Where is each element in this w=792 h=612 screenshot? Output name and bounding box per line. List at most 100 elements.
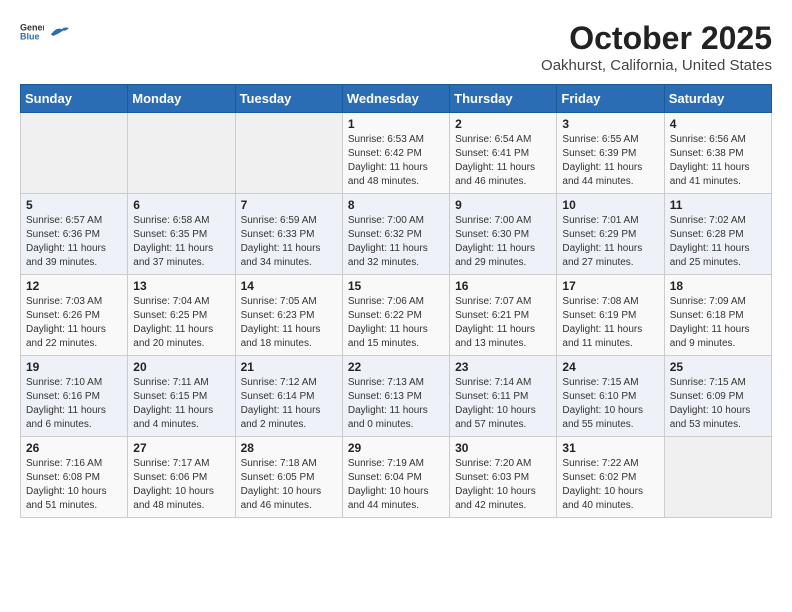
day-info: Sunrise: 6:58 AM Sunset: 6:35 PM Dayligh… [133, 214, 229, 270]
calendar-cell: 30 Sunrise: 7:20 AM Sunset: 6:03 PM Dayli… [450, 437, 557, 518]
day-number: 8 [348, 198, 444, 212]
calendar-cell: 23 Sunrise: 7:14 AM Sunset: 6:11 PM Dayli… [450, 356, 557, 437]
day-info: Sunrise: 6:57 AM Sunset: 6:36 PM Dayligh… [26, 214, 122, 270]
day-info: Sunrise: 7:02 AM Sunset: 6:28 PM Dayligh… [670, 214, 766, 270]
day-info: Sunrise: 7:17 AM Sunset: 6:06 PM Dayligh… [133, 457, 229, 513]
day-info: Sunrise: 6:53 AM Sunset: 6:42 PM Dayligh… [348, 133, 444, 189]
day-info: Sunrise: 7:15 AM Sunset: 6:09 PM Dayligh… [670, 376, 766, 432]
day-info: Sunrise: 7:15 AM Sunset: 6:10 PM Dayligh… [562, 376, 658, 432]
day-number: 26 [26, 441, 122, 455]
title-block: October 2025 Oakhurst, California, Unite… [541, 20, 772, 74]
day-info: Sunrise: 6:55 AM Sunset: 6:39 PM Dayligh… [562, 133, 658, 189]
day-number: 9 [455, 198, 551, 212]
day-info: Sunrise: 7:03 AM Sunset: 6:26 PM Dayligh… [26, 295, 122, 351]
day-info: Sunrise: 7:00 AM Sunset: 6:32 PM Dayligh… [348, 214, 444, 270]
day-number: 7 [241, 198, 337, 212]
day-info: Sunrise: 7:08 AM Sunset: 6:19 PM Dayligh… [562, 295, 658, 351]
calendar-cell: 2 Sunrise: 6:54 AM Sunset: 6:41 PM Daylig… [450, 113, 557, 194]
day-info: Sunrise: 7:04 AM Sunset: 6:25 PM Dayligh… [133, 295, 229, 351]
calendar-cell: 31 Sunrise: 7:22 AM Sunset: 6:02 PM Dayli… [557, 437, 664, 518]
day-number: 21 [241, 360, 337, 374]
day-number: 20 [133, 360, 229, 374]
calendar-cell: 28 Sunrise: 7:18 AM Sunset: 6:05 PM Dayli… [235, 437, 342, 518]
day-info: Sunrise: 7:06 AM Sunset: 6:22 PM Dayligh… [348, 295, 444, 351]
day-info: Sunrise: 7:19 AM Sunset: 6:04 PM Dayligh… [348, 457, 444, 513]
location-title: Oakhurst, California, United States [541, 57, 772, 74]
calendar-cell: 12Sunrise: 7:03 AM Sunset: 6:26 PM Dayli… [21, 275, 128, 356]
weekday-header-monday: Monday [128, 85, 235, 113]
day-info: Sunrise: 7:09 AM Sunset: 6:18 PM Dayligh… [670, 295, 766, 351]
day-info: Sunrise: 7:01 AM Sunset: 6:29 PM Dayligh… [562, 214, 658, 270]
day-info: Sunrise: 7:14 AM Sunset: 6:11 PM Dayligh… [455, 376, 551, 432]
calendar-cell: 15Sunrise: 7:06 AM Sunset: 6:22 PM Dayli… [342, 275, 449, 356]
weekday-header-friday: Friday [557, 85, 664, 113]
day-info: Sunrise: 6:59 AM Sunset: 6:33 PM Dayligh… [241, 214, 337, 270]
page-header: General Blue October 2025 Oakhurst, Cali… [20, 20, 772, 74]
day-number: 2 [455, 117, 551, 131]
day-number: 27 [133, 441, 229, 455]
day-number: 1 [348, 117, 444, 131]
calendar-cell: 21 Sunrise: 7:12 AM Sunset: 6:14 PM Dayli… [235, 356, 342, 437]
calendar-cell: 27 Sunrise: 7:17 AM Sunset: 6:06 PM Dayli… [128, 437, 235, 518]
day-info: Sunrise: 7:20 AM Sunset: 6:03 PM Dayligh… [455, 457, 551, 513]
calendar-cell: 24 Sunrise: 7:15 AM Sunset: 6:10 PM Dayli… [557, 356, 664, 437]
day-number: 10 [562, 198, 658, 212]
calendar-cell: 1 Sunrise: 6:53 AM Sunset: 6:42 PM Daylig… [342, 113, 449, 194]
day-info: Sunrise: 6:56 AM Sunset: 6:38 PM Dayligh… [670, 133, 766, 189]
day-number: 25 [670, 360, 766, 374]
day-info: Sunrise: 6:54 AM Sunset: 6:41 PM Dayligh… [455, 133, 551, 189]
month-title: October 2025 [541, 20, 772, 57]
day-number: 3 [562, 117, 658, 131]
day-number: 22 [348, 360, 444, 374]
day-info: Sunrise: 7:00 AM Sunset: 6:30 PM Dayligh… [455, 214, 551, 270]
day-info: Sunrise: 7:11 AM Sunset: 6:15 PM Dayligh… [133, 376, 229, 432]
calendar-cell: 13 Sunrise: 7:04 AM Sunset: 6:25 PM Dayli… [128, 275, 235, 356]
day-info: Sunrise: 7:12 AM Sunset: 6:14 PM Dayligh… [241, 376, 337, 432]
day-info: Sunrise: 7:05 AM Sunset: 6:23 PM Dayligh… [241, 295, 337, 351]
calendar-cell: 4Sunrise: 6:56 AM Sunset: 6:38 PM Daylig… [664, 113, 771, 194]
calendar-cell: 3 Sunrise: 6:55 AM Sunset: 6:39 PM Daylig… [557, 113, 664, 194]
calendar-cell: 19Sunrise: 7:10 AM Sunset: 6:16 PM Dayli… [21, 356, 128, 437]
calendar-table: SundayMondayTuesdayWednesdayThursdayFrid… [20, 84, 772, 518]
day-number: 24 [562, 360, 658, 374]
logo: General Blue [20, 20, 70, 44]
day-number: 17 [562, 279, 658, 293]
day-number: 29 [348, 441, 444, 455]
calendar-cell: 7 Sunrise: 6:59 AM Sunset: 6:33 PM Daylig… [235, 194, 342, 275]
day-number: 23 [455, 360, 551, 374]
day-number: 30 [455, 441, 551, 455]
day-number: 13 [133, 279, 229, 293]
calendar-cell: 18 Sunrise: 7:09 AM Sunset: 6:18 PM Dayli… [664, 275, 771, 356]
calendar-cell: 9 Sunrise: 7:00 AM Sunset: 6:30 PM Daylig… [450, 194, 557, 275]
weekday-header-wednesday: Wednesday [342, 85, 449, 113]
calendar-cell: 5 Sunrise: 6:57 AM Sunset: 6:36 PM Daylig… [21, 194, 128, 275]
day-number: 16 [455, 279, 551, 293]
calendar-cell: 14 Sunrise: 7:05 AM Sunset: 6:23 PM Dayli… [235, 275, 342, 356]
weekday-header-sunday: Sunday [21, 85, 128, 113]
day-info: Sunrise: 7:07 AM Sunset: 6:21 PM Dayligh… [455, 295, 551, 351]
day-number: 6 [133, 198, 229, 212]
day-number: 18 [670, 279, 766, 293]
day-info: Sunrise: 7:13 AM Sunset: 6:13 PM Dayligh… [348, 376, 444, 432]
day-number: 11 [670, 198, 766, 212]
calendar-cell: 20 Sunrise: 7:11 AM Sunset: 6:15 PM Dayli… [128, 356, 235, 437]
calendar-cell: 6 Sunrise: 6:58 AM Sunset: 6:35 PM Daylig… [128, 194, 235, 275]
day-info: Sunrise: 7:18 AM Sunset: 6:05 PM Dayligh… [241, 457, 337, 513]
day-number: 28 [241, 441, 337, 455]
day-number: 14 [241, 279, 337, 293]
calendar-cell: 25 Sunrise: 7:15 AM Sunset: 6:09 PM Dayli… [664, 356, 771, 437]
day-number: 31 [562, 441, 658, 455]
weekday-header-saturday: Saturday [664, 85, 771, 113]
calendar-cell: 22 Sunrise: 7:13 AM Sunset: 6:13 PM Dayli… [342, 356, 449, 437]
calendar-cell [128, 113, 235, 194]
day-info: Sunrise: 7:10 AM Sunset: 6:16 PM Dayligh… [26, 376, 122, 432]
day-number: 5 [26, 198, 122, 212]
calendar-cell [21, 113, 128, 194]
calendar-cell: 10 Sunrise: 7:01 AM Sunset: 6:29 PM Dayli… [557, 194, 664, 275]
day-info: Sunrise: 7:22 AM Sunset: 6:02 PM Dayligh… [562, 457, 658, 513]
calendar-cell: 16 Sunrise: 7:07 AM Sunset: 6:21 PM Dayli… [450, 275, 557, 356]
calendar-cell [664, 437, 771, 518]
day-info: Sunrise: 7:16 AM Sunset: 6:08 PM Dayligh… [26, 457, 122, 513]
weekday-header-thursday: Thursday [450, 85, 557, 113]
calendar-cell: 8 Sunrise: 7:00 AM Sunset: 6:32 PM Daylig… [342, 194, 449, 275]
